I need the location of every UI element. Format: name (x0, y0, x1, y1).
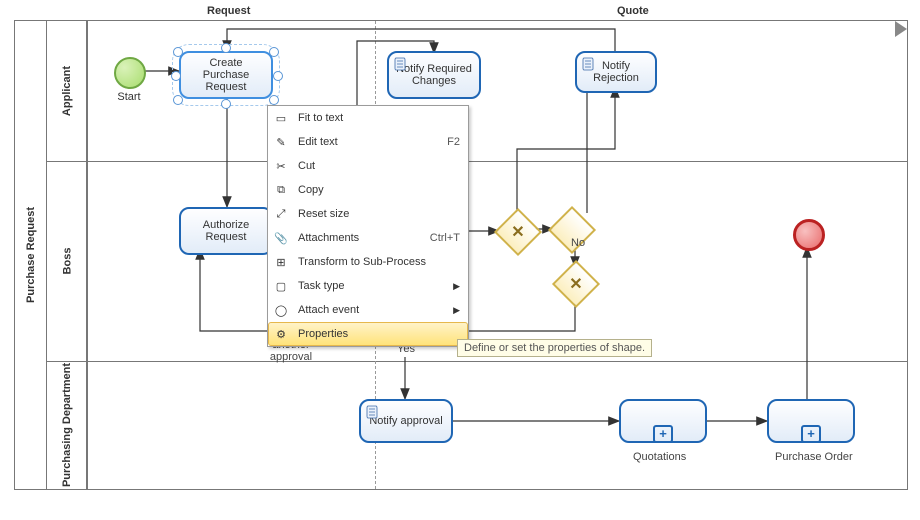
chevron-right-icon: ▶ (453, 281, 460, 292)
gear-icon: ⚙ (272, 328, 290, 341)
flow-label-no: No (571, 237, 585, 249)
menu-properties[interactable]: ⚙Properties (268, 322, 468, 346)
task-quotations[interactable]: + (619, 399, 707, 443)
context-menu: ▭Fit to text ✎Edit textF2 ✂Cut ⧉Copy ⤢Re… (267, 105, 469, 347)
chevron-right-icon: ▶ (453, 305, 460, 316)
phase-request: Request (207, 5, 250, 17)
task-notify-required-changes[interactable]: Notify Required Changes (387, 51, 481, 99)
task-quotations-label: Quotations (633, 451, 686, 463)
canvas[interactable]: Request Quote (86, 20, 908, 490)
start-label: Start (109, 91, 149, 103)
subprocess-menu-icon: ⊞ (272, 256, 290, 269)
chevron-icon (895, 21, 907, 37)
pool-label: Purchase Request (14, 20, 47, 490)
edit-icon: ✎ (272, 136, 290, 149)
reset-icon: ⤢ (272, 208, 290, 221)
menu-reset-size[interactable]: ⤢Reset size (268, 202, 468, 226)
task-icon: ▢ (272, 280, 290, 293)
task-purchase-order-label: Purchase Order (775, 451, 853, 463)
menu-transform-subprocess[interactable]: ⊞Transform to Sub-Process (268, 250, 468, 274)
gateway-3[interactable]: ✕ (552, 260, 600, 308)
menu-attachments[interactable]: 📎AttachmentsCtrl+T (268, 226, 468, 250)
lane-labels: Applicant Boss Purchasing Department (46, 20, 88, 490)
start-event[interactable] (114, 57, 146, 89)
gateway-2[interactable]: ✕ (494, 208, 542, 256)
phase-quote: Quote (617, 5, 649, 17)
event-icon: ◯ (272, 304, 290, 317)
menu-fit-to-text[interactable]: ▭Fit to text (268, 106, 468, 130)
task-notify-rejection[interactable]: Notify Rejection (575, 51, 657, 93)
menu-attach-event[interactable]: ◯Attach event▶ (268, 298, 468, 322)
cut-icon: ✂ (272, 160, 290, 173)
menu-task-type[interactable]: ▢Task type▶ (268, 274, 468, 298)
fit-icon: ▭ (272, 112, 290, 125)
script-icon (366, 405, 378, 419)
script-icon (394, 57, 406, 71)
subprocess-icon: + (653, 425, 673, 443)
copy-icon: ⧉ (272, 184, 290, 197)
menu-edit-text[interactable]: ✎Edit textF2 (268, 130, 468, 154)
task-purchase-order[interactable]: + (767, 399, 855, 443)
properties-tooltip: Define or set the properties of shape. (457, 339, 652, 357)
attach-icon: 📎 (272, 232, 290, 245)
task-create-purchase-request[interactable]: Create Purchase Request (179, 51, 273, 99)
subprocess-icon: + (801, 425, 821, 443)
end-event[interactable] (793, 219, 825, 251)
menu-copy[interactable]: ⧉Copy (268, 178, 468, 202)
menu-cut[interactable]: ✂Cut (268, 154, 468, 178)
task-authorize-request[interactable]: Authorize Request (179, 207, 273, 255)
script-icon (582, 57, 594, 71)
task-notify-approval[interactable]: Notify approval (359, 399, 453, 443)
